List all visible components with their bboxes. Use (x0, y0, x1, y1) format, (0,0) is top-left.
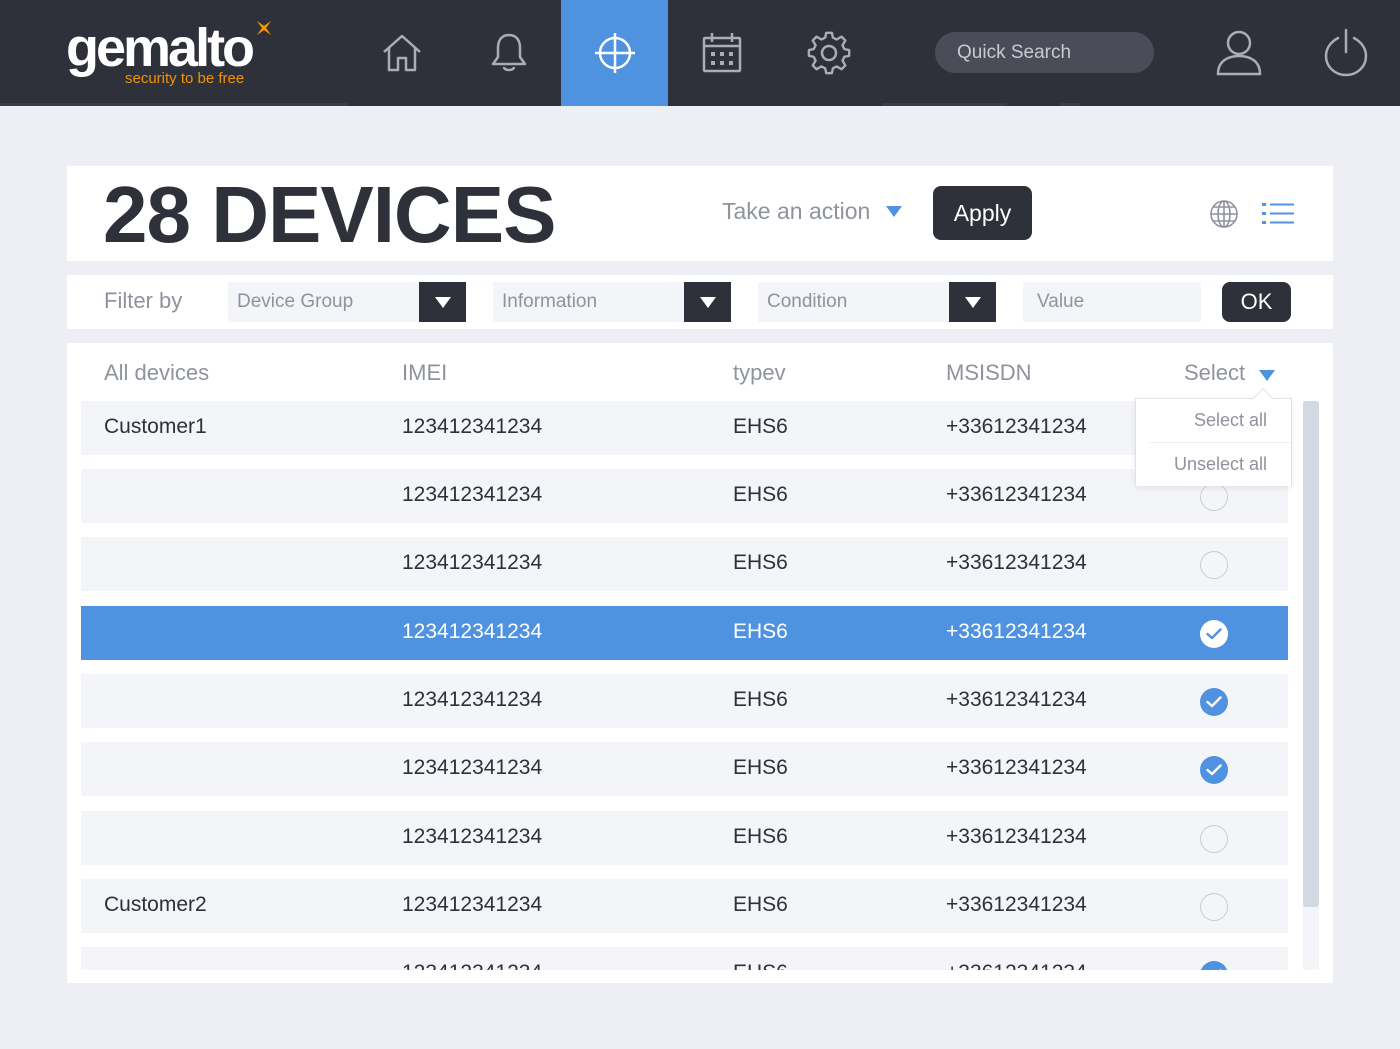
top-bar: gemalto security to be free (0, 0, 1400, 106)
cell-msisdn: +33612341234 (946, 415, 1087, 438)
value-input[interactable] (1023, 282, 1201, 322)
globe-icon[interactable] (1209, 199, 1239, 229)
cell-imei: 123412341234 (402, 415, 543, 438)
take-action-label: Take an action (722, 198, 871, 224)
chevron-down-icon[interactable] (419, 282, 466, 322)
cell-msisdn: +33612341234 (946, 756, 1087, 779)
select-menu: Select all Unselect all (1135, 388, 1292, 486)
list-view-icon[interactable] (1262, 201, 1294, 227)
cell-typev: EHS6 (733, 688, 788, 711)
device-group-value: Device Group (237, 291, 354, 312)
nav-calendar[interactable] (668, 0, 775, 106)
nav-notifications[interactable] (455, 0, 562, 106)
brand-name: gemalto (66, 18, 255, 78)
crosshair-icon (594, 33, 635, 73)
cell-typev: EHS6 (733, 756, 788, 779)
unselect-all-option[interactable]: Unselect all (1136, 443, 1291, 486)
unchecked-circle-icon[interactable] (1200, 483, 1228, 511)
triangle-down-icon (886, 206, 903, 217)
table-row[interactable]: 123412341234 EHS6 +33612341234 (81, 811, 1288, 865)
nav-settings[interactable] (775, 0, 882, 106)
condition-select[interactable]: Condition (758, 282, 996, 322)
information-select[interactable]: Information (493, 282, 731, 322)
table-body: Customer1 123412341234 EHS6 +33612341234 123… (81, 343, 1288, 970)
nav-divider (0, 103, 348, 106)
take-action-dropdown[interactable]: Take an action (722, 198, 903, 225)
calendar-icon (702, 33, 741, 73)
devices-header: 28 DEVICES Take an action Apply (67, 166, 1333, 261)
unchecked-circle-icon[interactable] (1200, 893, 1228, 921)
page-title: 28 DEVICES (103, 170, 556, 259)
cell-imei: 123412341234 (402, 551, 543, 574)
cell-msisdn: +33612341234 (946, 551, 1087, 574)
cell-imei: 123412341234 (402, 756, 543, 779)
cell-imei: 123412341234 (402, 483, 543, 506)
apply-button[interactable]: Apply (933, 186, 1032, 240)
nav-devices[interactable] (561, 0, 668, 106)
cell-msisdn: +33612341234 (946, 620, 1087, 643)
cell-typev: EHS6 (733, 483, 788, 506)
cell-msisdn: +33612341234 (946, 688, 1087, 711)
unchecked-circle-icon[interactable] (1200, 825, 1228, 853)
brand-logo[interactable]: gemalto security to be free (66, 18, 286, 90)
bell-icon (491, 33, 526, 72)
table-row[interactable]: 123412341234 EHS6 +33612341234 (81, 606, 1288, 660)
nav-divider (882, 103, 1007, 106)
home-icon (382, 34, 421, 72)
power-icon[interactable] (1321, 26, 1373, 78)
logo-star-icon (256, 20, 272, 36)
cell-msisdn: +33612341234 (946, 961, 1087, 970)
table-row[interactable]: Customer1 123412341234 EHS6 +33612341234 (81, 401, 1288, 455)
gear-icon (807, 31, 850, 75)
cell-imei: 123412341234 (402, 961, 542, 970)
cell-msisdn: +33612341234 (946, 825, 1087, 848)
cell-imei: 123412341234 (402, 688, 543, 711)
cell-msisdn: +33612341234 (946, 483, 1087, 506)
cell-group: Customer2 (104, 893, 207, 916)
filter-bar: Filter by Device Group Information Condi… (67, 275, 1333, 329)
chevron-down-icon[interactable] (684, 282, 731, 322)
scrollbar-thumb[interactable] (1303, 401, 1319, 907)
cell-typev: EHS6 (733, 893, 788, 916)
filter-label: Filter by (104, 288, 183, 313)
device-group-select[interactable]: Device Group (228, 282, 466, 322)
cell-msisdn: +33612341234 (946, 893, 1087, 916)
cell-imei: 123412341234 (402, 893, 543, 916)
chevron-down-icon[interactable] (949, 282, 996, 322)
user-icon[interactable] (1213, 26, 1265, 78)
table-row[interactable]: Customer2 123412341234 EHS6 +33612341234 (81, 879, 1288, 933)
checked-circle-icon[interactable] (1200, 620, 1228, 648)
table-row[interactable]: 123412341234 EHS6 +33612341234 (81, 742, 1288, 796)
cell-group: Customer1 (104, 415, 207, 438)
table-row[interactable]: 123412341234 EHS6 +33612341234 (81, 674, 1288, 728)
ok-button[interactable]: OK (1222, 282, 1291, 322)
brand-tagline: security to be free (125, 70, 245, 87)
cell-typev: EHS6 (733, 961, 788, 970)
select-all-option[interactable]: Select all (1136, 399, 1291, 442)
cell-typev: EHS6 (733, 415, 788, 438)
table-row[interactable]: 123412341234 EHS6 +33612341234 (81, 537, 1288, 591)
checked-circle-icon[interactable] (1200, 961, 1228, 970)
cell-typev: EHS6 (733, 551, 788, 574)
table-row[interactable]: 123412341234 EHS6 +33612341234 (81, 469, 1288, 523)
checked-circle-icon[interactable] (1200, 688, 1228, 716)
table-row[interactable]: 123412341234 EHS6 +33612341234 (81, 947, 1288, 970)
checked-circle-icon[interactable] (1200, 756, 1228, 784)
nav-divider (1060, 103, 1080, 106)
unchecked-circle-icon[interactable] (1200, 551, 1228, 579)
quick-search-input[interactable] (935, 32, 1154, 73)
information-value: Information (502, 291, 598, 312)
cell-imei: 123412341234 (402, 620, 543, 643)
cell-typev: EHS6 (733, 825, 788, 848)
condition-value: Condition (767, 291, 848, 312)
cell-imei: 123412341234 (402, 825, 543, 848)
nav-home[interactable] (348, 0, 455, 106)
cell-typev: EHS6 (733, 620, 788, 643)
